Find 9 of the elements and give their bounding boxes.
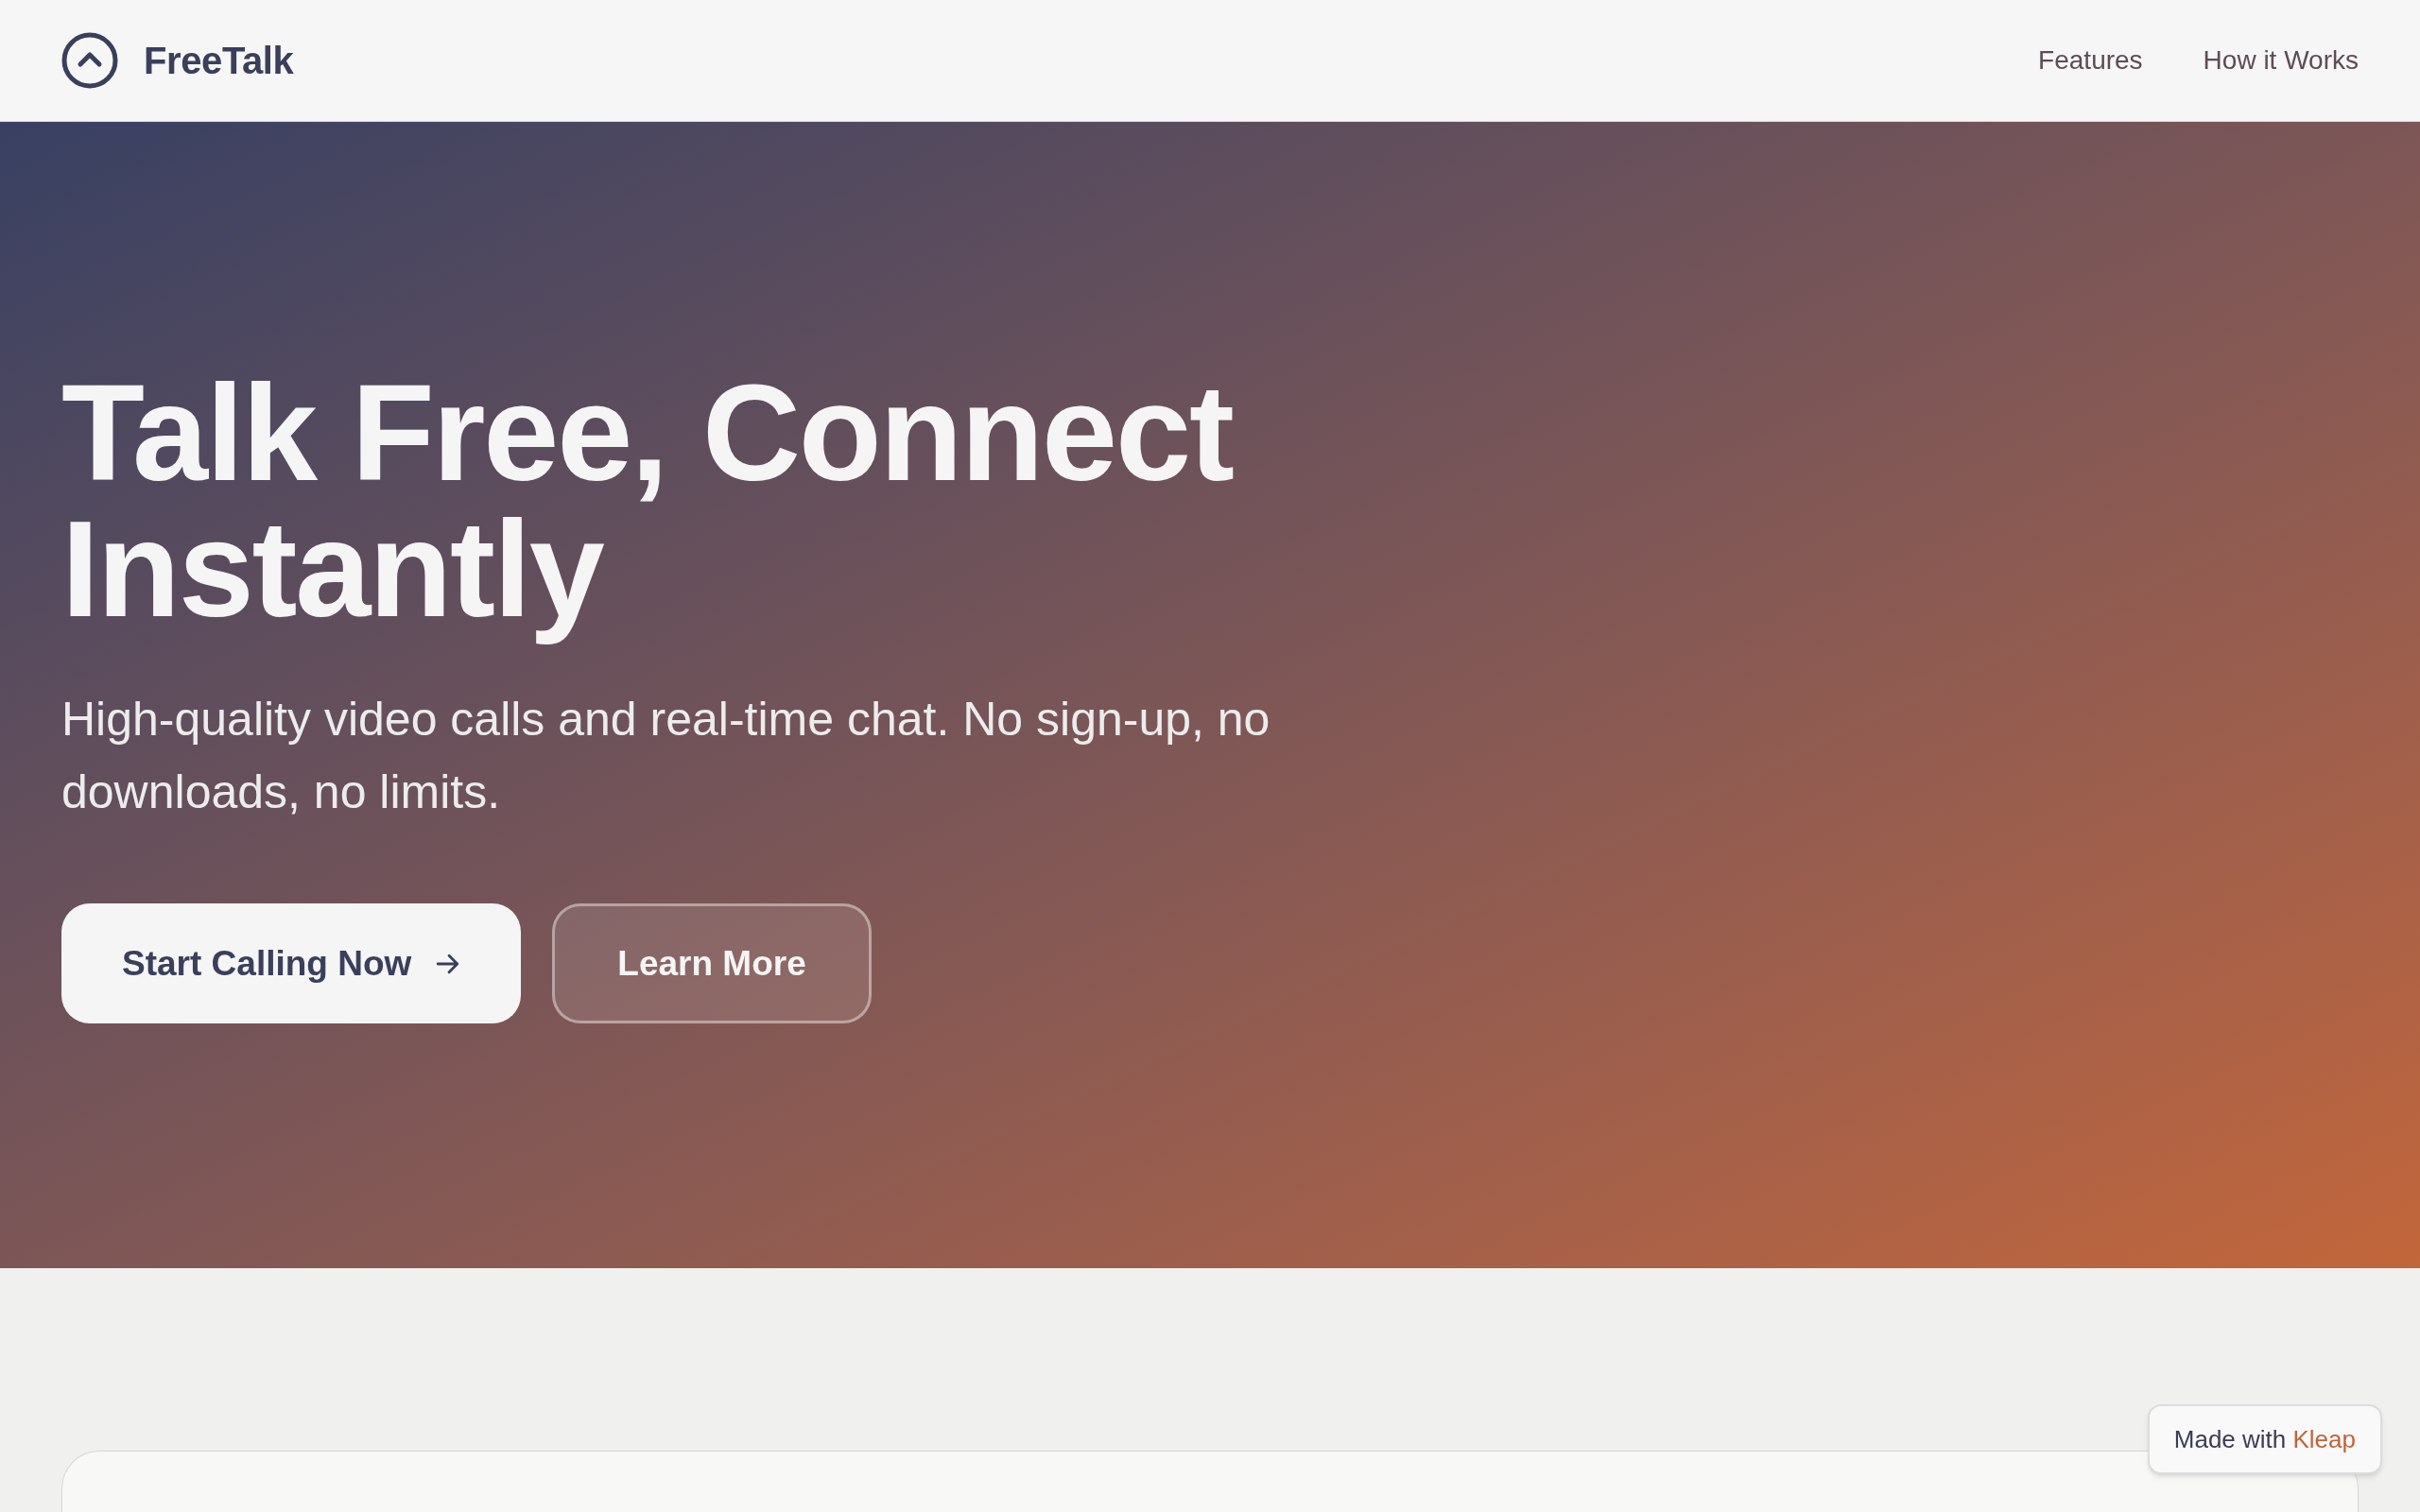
made-with-badge[interactable]: Made with Kleap [2147, 1404, 2382, 1474]
up-chevron-circle-icon[interactable] [61, 32, 118, 89]
learn-more-button[interactable]: Learn More [552, 903, 872, 1023]
nav-link[interactable]: Features [2038, 47, 2143, 74]
hero-heading: Talk Free, Connect Instantly [61, 366, 1235, 647]
start-calling-button[interactable]: Start Calling Now [61, 903, 522, 1023]
nav-link[interactable]: How it Works [2203, 47, 2359, 74]
hero-subtitle: High-quality video calls and real-time chat. No sign-up, no downloads, no limits. [61, 692, 1271, 820]
logo-link[interactable]: FreeTalk [144, 42, 294, 79]
